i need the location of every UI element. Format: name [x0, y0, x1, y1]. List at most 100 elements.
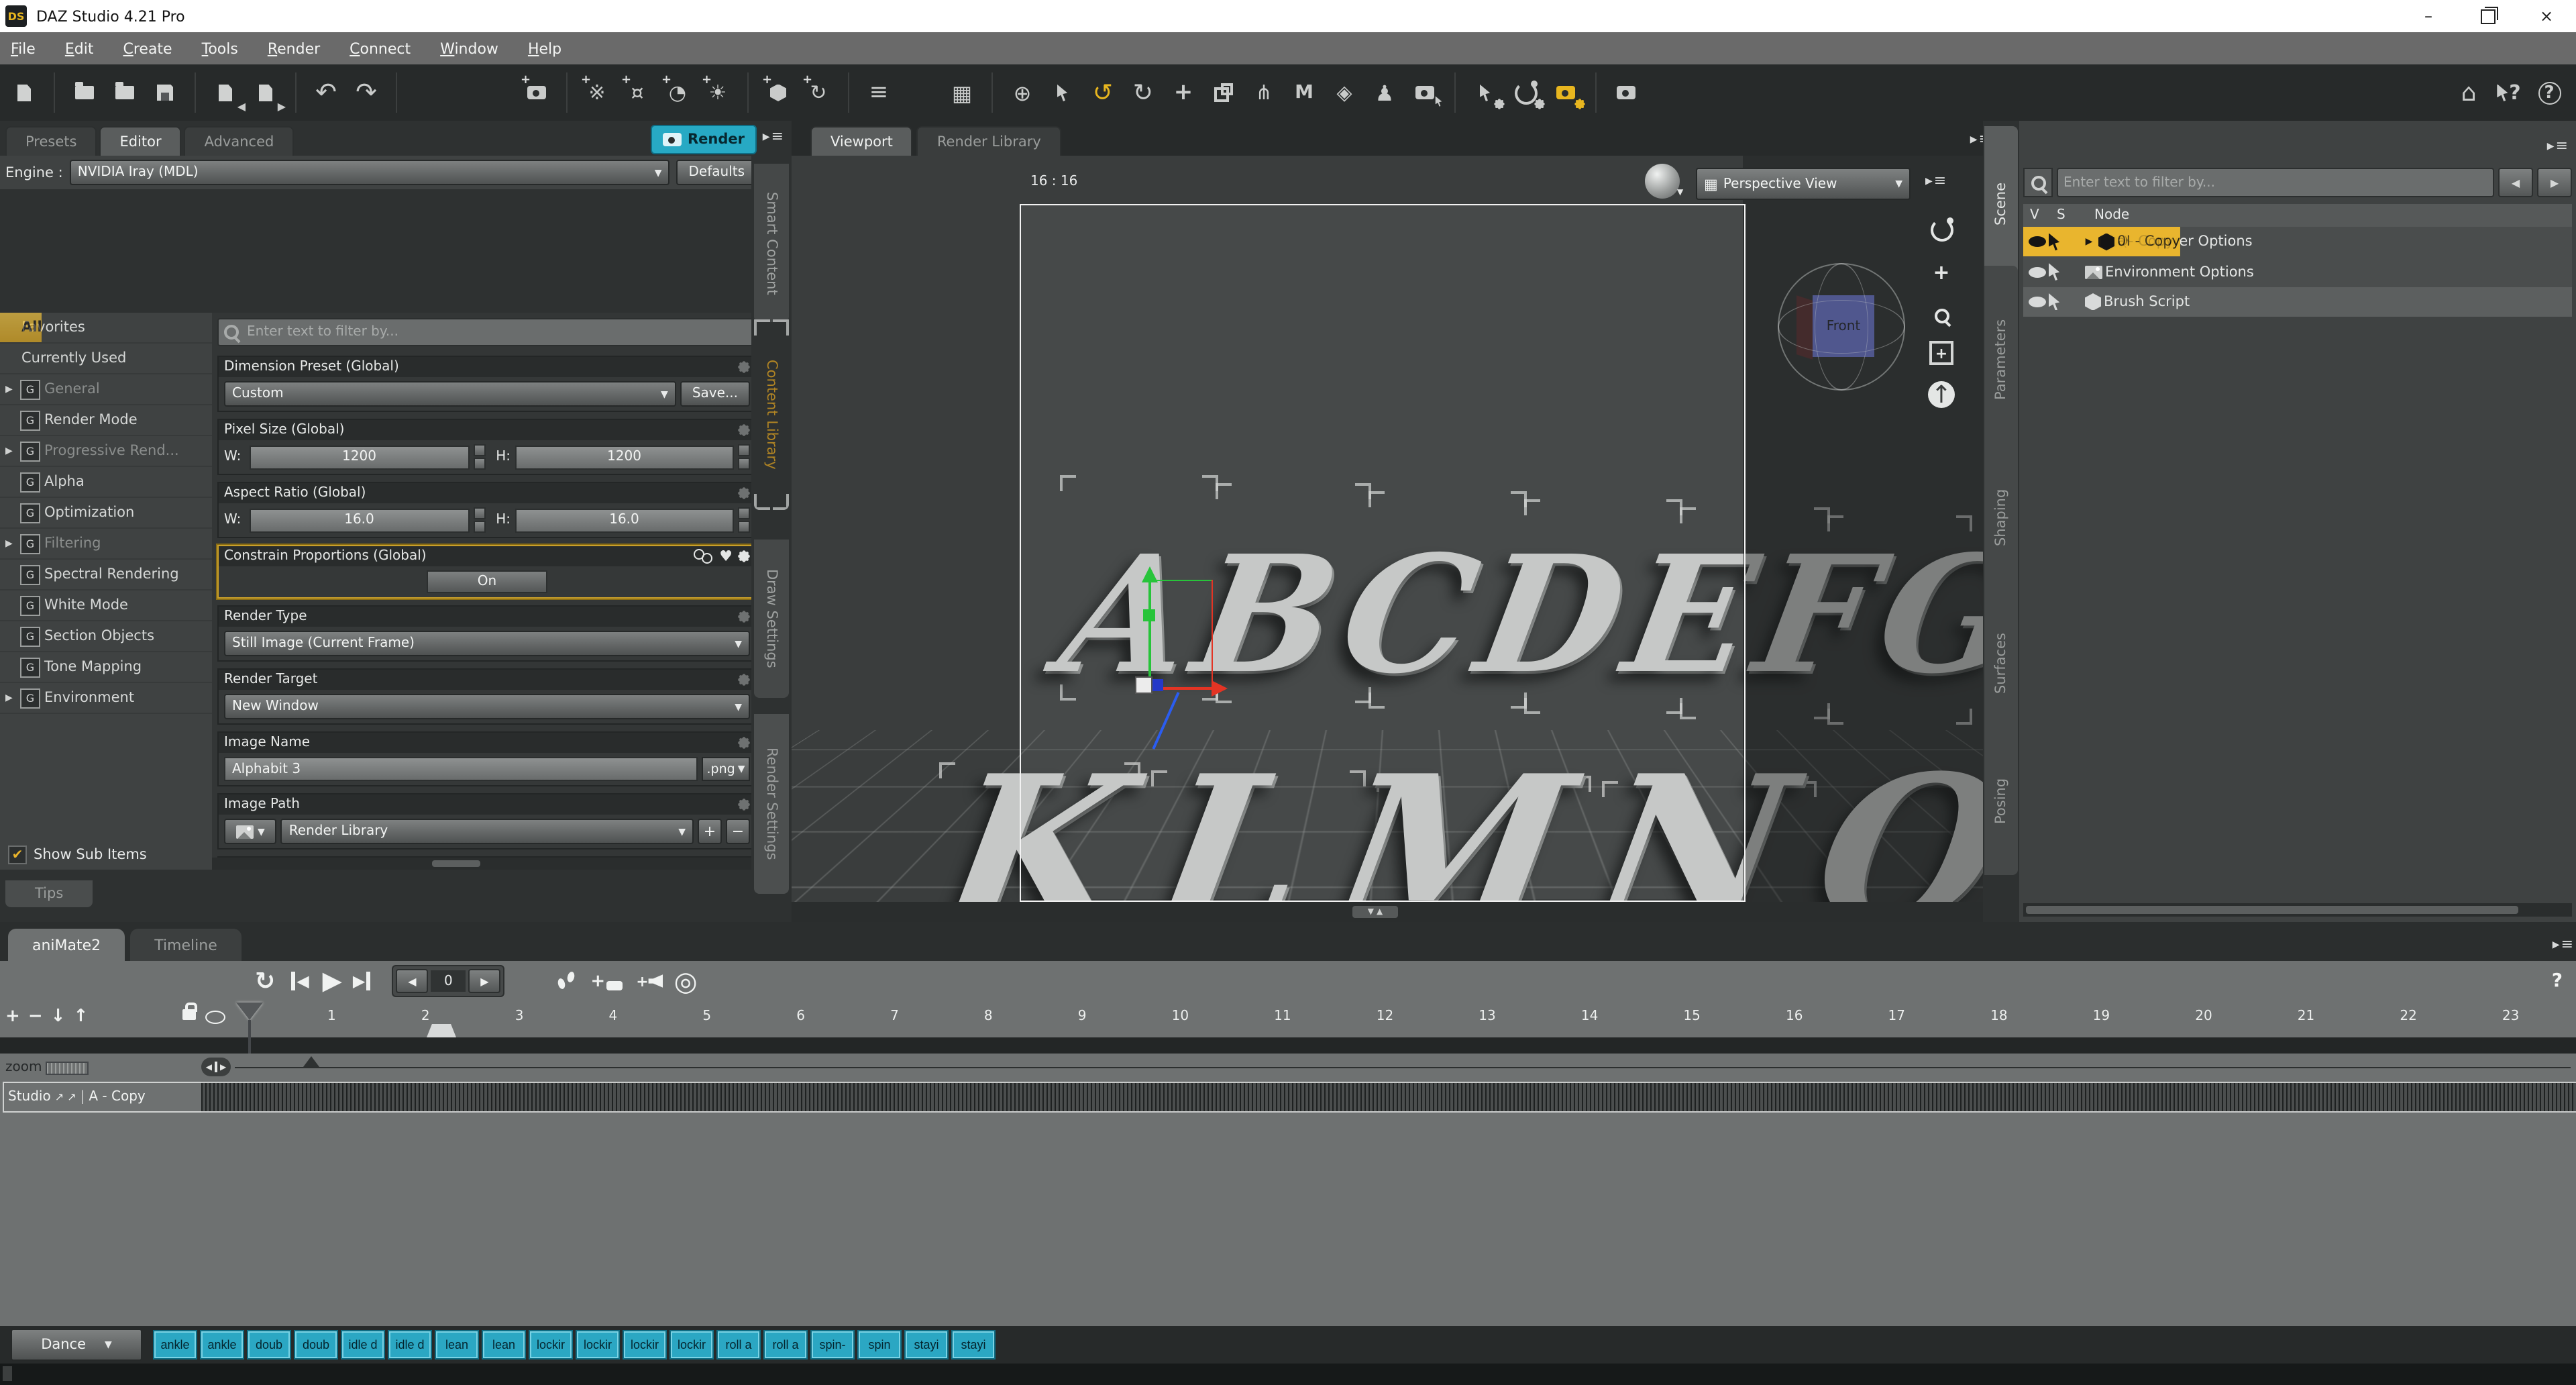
restore-button[interactable] — [2458, 0, 2517, 32]
engine-dropdown[interactable]: NVIDIA Iray (MDL) ▼ — [69, 160, 670, 185]
menu-item[interactable]: Connect — [350, 40, 411, 57]
close-button[interactable]: × — [2517, 0, 2576, 32]
expander-icon[interactable]: ▶ — [5, 384, 16, 395]
daz-home-button[interactable]: ⌂ — [2453, 75, 2485, 110]
checkbox-checked-icon[interactable]: ✔ — [8, 845, 27, 864]
eye-icon[interactable] — [2029, 296, 2046, 307]
expand-icon[interactable]: ▲ — [1377, 907, 1383, 917]
drawstyle-caret-icon[interactable]: ▼ — [1677, 188, 1683, 197]
keyframe-strip[interactable] — [0, 1037, 2576, 1054]
aniblock-button[interactable]: lockir — [576, 1330, 620, 1360]
gear-icon[interactable] — [739, 362, 749, 372]
col-node[interactable]: Node — [2084, 208, 2129, 223]
track-label[interactable]: Studio ↗ ↗ | A - Copy — [3, 1082, 205, 1113]
remove-path-button[interactable]: − — [726, 819, 750, 844]
menu-item[interactable]: Render — [268, 40, 320, 57]
filter-forward-button[interactable]: ▶ — [2537, 168, 2572, 197]
aniblock-button[interactable]: doub — [247, 1330, 291, 1360]
tab-posing[interactable]: Posing — [1984, 727, 2018, 875]
favorite-heart-icon[interactable]: ♥ — [719, 548, 733, 565]
camera-view-dropdown[interactable]: ▦ Perspective View ▼ — [1696, 168, 1911, 200]
new-primitive-button[interactable]: + — [762, 74, 794, 110]
tab-render-settings[interactable]: Render Settings — [754, 714, 789, 894]
width-stepper[interactable] — [473, 444, 485, 470]
col-selectability[interactable]: S — [2057, 208, 2084, 223]
zoom-handle[interactable]: ◀ ▶ — [201, 1058, 231, 1076]
frame-camera-button[interactable]: + — [1925, 337, 1957, 369]
new-null-button[interactable]: + ↻ — [802, 74, 835, 110]
redo-button[interactable]: ↷ — [350, 75, 382, 110]
scene-node-row[interactable]: Brush Script — [2023, 287, 2572, 317]
rotate-tool[interactable]: ↻ — [1127, 75, 1159, 110]
frame-back-button[interactable]: ◀ — [396, 969, 429, 993]
new-linear-light-button[interactable]: + ◔ — [661, 74, 694, 110]
category-general[interactable]: ▶ G General — [0, 374, 212, 405]
new-spotlight-button[interactable]: + ※ — [581, 74, 613, 110]
menu-item[interactable]: File — [11, 40, 36, 57]
import-button[interactable]: ◀ — [209, 75, 246, 113]
joint-editor-tool[interactable]: ⋔ — [1248, 75, 1280, 110]
pane-menu-icon[interactable]: ▶ ≡ — [763, 127, 784, 145]
gizmo-origin-handle[interactable] — [1135, 676, 1152, 694]
universal-tool-active[interactable]: ↺ — [1087, 75, 1119, 110]
node-selection-tool[interactable] — [1046, 75, 1079, 110]
pixel-height-field[interactable]: 1200 — [515, 445, 734, 469]
scene-filter-input[interactable]: Enter text to filter by... — [2057, 168, 2494, 197]
image-path-dropdown[interactable]: Render Library ▼ — [280, 819, 694, 844]
lock-button[interactable] — [182, 1003, 197, 1024]
undo-button[interactable]: ↶ — [310, 75, 342, 110]
category-optimization[interactable]: G Optimization — [0, 498, 212, 529]
minimize-button[interactable]: – — [2399, 0, 2458, 32]
aniblock-button[interactable]: lockir — [669, 1330, 714, 1360]
category-tone-mapping[interactable]: G Tone Mapping — [0, 652, 212, 683]
measure-metrics-tool[interactable]: M — [1288, 75, 1320, 110]
filter-back-button[interactable]: ◀ — [2498, 168, 2533, 197]
height-stepper[interactable] — [738, 507, 750, 533]
gizmo-z-handle[interactable] — [1151, 679, 1163, 691]
category-favorites[interactable]: Favorites — [0, 313, 212, 344]
loop-button[interactable]: ↻ — [255, 967, 275, 995]
orbit-camera-button[interactable] — [1925, 213, 1957, 246]
eye-icon[interactable] — [2029, 236, 2046, 248]
scene-node-row[interactable]: Tonemapper Options — [2023, 227, 2572, 257]
surface-selection-tool[interactable]: ◈ — [1328, 75, 1360, 110]
height-stepper[interactable] — [738, 444, 750, 470]
add-audio-button[interactable]: + — [636, 972, 663, 990]
spot-render-tool[interactable] — [1409, 75, 1442, 110]
collapse-icon[interactable]: ▼ — [1368, 907, 1374, 917]
add-aniblock-button[interactable]: + — [590, 971, 623, 991]
width-stepper[interactable] — [473, 507, 485, 533]
aniblock-button[interactable]: lockir — [529, 1330, 573, 1360]
visibility-button[interactable] — [205, 1011, 225, 1028]
drawstyle-sphere-icon[interactable] — [1645, 164, 1680, 199]
aniblock-button[interactable]: lockir — [623, 1330, 667, 1360]
menu-item[interactable]: Tools — [202, 40, 238, 57]
aniblock-button[interactable]: lean — [435, 1330, 479, 1360]
zoom-mini-slider[interactable] — [46, 1061, 89, 1074]
tab-parameters[interactable]: Parameters — [1984, 266, 2018, 454]
expander-icon[interactable]: ▶ — [5, 538, 16, 549]
constrain-on-toggle[interactable]: On — [427, 570, 547, 593]
aniblock-button[interactable]: roll a — [716, 1330, 761, 1360]
reset-camera-home-button[interactable]: ↑ — [1925, 378, 1957, 411]
settings-hscrollbar[interactable] — [212, 858, 751, 870]
menu-item[interactable]: Edit — [65, 40, 94, 57]
bottom-scroll-strip[interactable] — [0, 1364, 2576, 1385]
selectable-icon[interactable] — [2049, 293, 2060, 311]
category-section-objects[interactable]: G Section Objects — [0, 621, 212, 652]
new-camera-button[interactable]: + — [521, 74, 553, 110]
pixel-width-field[interactable]: 1200 — [250, 445, 469, 469]
render-editor-button[interactable] — [1550, 75, 1585, 110]
open-file-button[interactable] — [68, 75, 101, 110]
link-icon[interactable] — [694, 549, 714, 564]
tab-render-library[interactable]: Render Library — [916, 126, 1061, 156]
aniblock-button[interactable]: idle d — [341, 1330, 385, 1360]
aniblock-button[interactable]: spin — [857, 1330, 902, 1360]
aniblock-button[interactable]: roll a — [763, 1330, 808, 1360]
menu-item[interactable]: Help — [528, 40, 561, 57]
eye-icon[interactable] — [2029, 266, 2046, 278]
tab-advanced[interactable]: Advanced — [184, 126, 294, 156]
range-marker[interactable] — [303, 1048, 319, 1067]
expander-icon[interactable]: ▶ — [5, 446, 16, 456]
render-target-dropdown[interactable]: New Window ▼ — [224, 694, 750, 719]
